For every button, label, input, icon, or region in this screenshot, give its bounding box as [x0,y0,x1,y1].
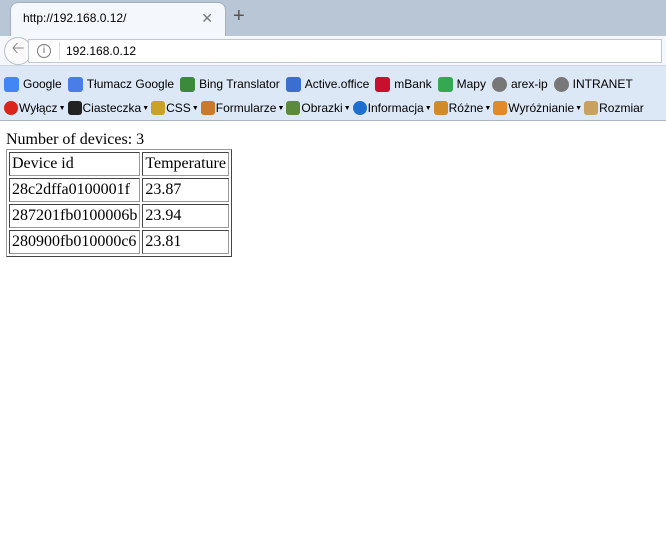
toolbar-menu-wyro-z-nianie[interactable]: Wyróżnianie ▼ [493,101,582,115]
toolbar-menu-ciasteczka[interactable]: Ciasteczka ▼ [67,101,150,115]
bookmark-intranet[interactable]: INTRANET [553,76,633,92]
toolbar-menu-obrazki[interactable]: Obrazki ▼ [286,101,351,115]
toolbar-label: CSS [166,101,191,115]
page-content: Number of devices: 3 Device id Temperatu… [0,121,666,267]
toolbar-label: Rozmiar [599,101,644,115]
temperature: 23.81 [142,230,229,254]
toolbar-menu-formularze[interactable]: Formularze ▼ [200,101,285,115]
globe-icon [553,76,569,92]
tab-active[interactable]: http://192.168.0.12/ ✕ [10,2,226,36]
dropdown-arrow-icon: ▼ [277,104,285,112]
table-row: 280900fb010000c6 23.81 [9,230,229,254]
dropdown-arrow-icon: ▼ [575,104,583,112]
info-icon [352,101,367,115]
back-arrow-icon: 🡠 [11,40,25,57]
new-tab-button[interactable]: + [233,5,245,28]
dropdown-arrow-icon: ▼ [343,104,351,112]
toolbar-menu-css[interactable]: CSS ▼ [151,101,199,115]
dropdown-arrow-icon: ▼ [191,104,199,112]
active-office-icon [285,76,301,92]
bookmark-google[interactable]: Google [4,76,62,92]
device-count: Number of devices: 3 [6,131,145,148]
bookmark-label: mBank [394,77,432,91]
pencil-icon [493,101,508,115]
dropdown-arrow-icon: ▼ [142,104,150,112]
url-bar[interactable]: i 192.168.0.12 [28,38,662,63]
bookmark-label: Tłumacz Google [86,77,175,91]
bookmark-label: Bing Translator [199,77,280,91]
web-developer-toolbar: Wyłącz ▼ Ciasteczka ▼ CSS ▼ Formularze ▼ Obrazki… [0,96,666,120]
device-id: 28c2dffa0100001f [9,178,141,202]
dropdown-arrow-icon: ▼ [58,104,66,112]
bookmark-mbank[interactable]: mBank [375,76,432,92]
toolbar-menu-wy-a-cz[interactable]: Wyłącz ▼ [4,101,66,115]
bookmark-mapy[interactable]: Mapy [437,76,486,92]
toolbar-label: Formularze [215,101,277,115]
toolbar-label: Wyróżnianie [508,101,575,115]
url-text: 192.168.0.12 [66,43,137,58]
bookmarks-bar: Google Tłumacz Google Bing Translator Activ… [0,72,666,96]
dropdown-arrow-icon: ▼ [484,104,492,112]
disable-icon [4,101,18,115]
bookmark-t-umacz-google[interactable]: Tłumacz Google [67,76,175,92]
toolbar-label: Różne [448,101,484,115]
misc-icon [433,101,448,115]
tab-title: http://192.168.0.12/ [23,11,127,25]
toolbar-menu-ro-z-ne[interactable]: Różne ▼ [433,101,492,115]
toolbar-menu-rozmiar[interactable]: Rozmiar [584,101,644,115]
google-icon [4,76,19,92]
device-id: 280900fb010000c6 [9,230,141,254]
toolbar-label: Ciasteczka [82,101,142,115]
dropdown-arrow-icon: ▼ [424,104,432,112]
temperature: 23.87 [142,178,229,202]
bookmark-label: Google [23,77,62,91]
info-icon[interactable]: i [37,43,51,58]
header-temperature: Temperature [142,152,229,176]
table-row: 287201fb0100006b 23.94 [9,204,229,228]
bookmark-label: Active.office [304,77,370,91]
toolbar-menu-informacja[interactable]: Informacja ▼ [352,101,432,115]
table-row: 28c2dffa0100001f 23.87 [9,178,229,202]
toolbar-label: Informacja [367,101,424,115]
divider [59,41,60,60]
mbank-icon [375,76,391,92]
header-device-id: Device id [9,152,141,176]
close-tab-icon[interactable]: ✕ [201,10,213,27]
bookmark-label: arex-ip [510,77,548,91]
bing-translator-icon [180,76,196,92]
bookmark-active-office[interactable]: Active.office [285,76,370,92]
translate-icon [67,76,83,92]
devices-table: Device id Temperature 28c2dffa0100001f 2… [6,149,232,257]
ruler-icon [584,101,599,115]
images-icon [286,101,301,115]
globe-icon [491,76,507,92]
tab-strip: http://192.168.0.12/ ✕ + [0,0,666,36]
nav-bar: 🡠 i 192.168.0.12 [0,36,666,66]
toolbar-label: Obrazki [301,101,343,115]
css-wand-icon [151,101,166,115]
cookies-icon [67,101,82,115]
maps-icon [437,76,453,92]
toolbar-label: Wyłącz [19,101,58,115]
table-header-row: Device id Temperature [9,152,229,176]
bookmark-label: INTRANET [572,77,633,91]
bookmark-bing-translator[interactable]: Bing Translator [180,76,280,92]
forms-icon [200,101,215,115]
bookmark-arex-ip[interactable]: arex-ip [491,76,548,92]
bookmark-label: Mapy [456,77,486,91]
temperature: 23.94 [142,204,229,228]
device-id: 287201fb0100006b [9,204,141,228]
